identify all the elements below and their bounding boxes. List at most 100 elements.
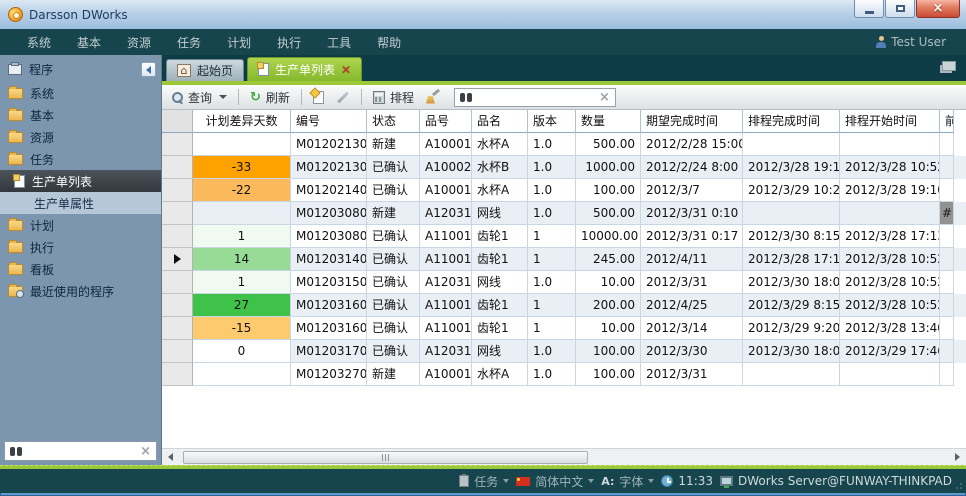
column-header[interactable]: 品号 — [420, 110, 472, 133]
sidebar-collapse-button[interactable] — [141, 62, 156, 77]
menu-item[interactable]: 资源 — [114, 34, 164, 51]
status-language-menu[interactable]: 简体中文 — [516, 473, 594, 490]
table-cell: M012031701 — [291, 340, 367, 363]
table-cell: 1.0 — [528, 179, 576, 202]
row-selector[interactable] — [162, 340, 193, 363]
scroll-right-button[interactable] — [949, 449, 966, 465]
sidebar-item[interactable]: 看板 — [0, 258, 161, 280]
menu-item[interactable]: 执行 — [264, 34, 314, 51]
chevron-down-icon[interactable] — [219, 95, 227, 99]
menu-item[interactable]: 任务 — [164, 34, 214, 51]
menu-item[interactable]: 系统 — [14, 34, 64, 51]
table-row[interactable]: 0M012031701已确认A12031网线1.0100.002012/3/30… — [162, 340, 966, 363]
minimize-button[interactable] — [854, 0, 884, 18]
maximize-button[interactable] — [885, 0, 915, 18]
table-cell — [743, 202, 840, 225]
sidebar-item[interactable]: 计划 — [0, 214, 161, 236]
column-header[interactable]: 排程开始时间 — [840, 110, 940, 133]
scroll-left-button[interactable] — [162, 449, 179, 465]
sidebar-item[interactable]: 生产单属性 — [0, 192, 161, 214]
schedule-button[interactable]: 排程 — [369, 87, 418, 108]
table-cell: 500.00 — [576, 202, 641, 225]
row-selector[interactable] — [162, 179, 193, 202]
sidebar-item[interactable]: 生产单列表 — [0, 170, 161, 192]
table-row[interactable]: -22M012021401已确认A10001水杯A1.0100.002012/3… — [162, 179, 966, 202]
clean-button[interactable] — [422, 89, 444, 106]
row-selector[interactable] — [162, 363, 193, 386]
tab-close-icon[interactable]: ✕ — [341, 64, 351, 76]
row-selector[interactable] — [162, 156, 193, 179]
menu-item[interactable]: 工具 — [314, 34, 364, 51]
sidebar-search-box[interactable]: × — [4, 441, 157, 461]
column-header[interactable]: 计划差异天数 — [193, 110, 291, 133]
status-server: DWorks Server@FUNWAY-THINKPAD — [720, 474, 952, 488]
tab-list-panes-icon[interactable] — [942, 61, 956, 71]
column-header[interactable]: 编号 — [291, 110, 367, 133]
toolbar-search-clear-icon[interactable]: × — [599, 91, 610, 104]
sidebar-item[interactable]: 资源 — [0, 126, 161, 148]
column-header[interactable]: 前 — [940, 110, 954, 133]
app-window: Darsson DWorks × 系统基本资源任务计划执行工具帮助 Test U… — [0, 0, 966, 496]
toolbar-search-input[interactable] — [472, 91, 599, 103]
row-selector[interactable] — [162, 317, 193, 340]
status-font-menu[interactable]: A: 字体 — [601, 473, 654, 490]
row-selector[interactable] — [162, 202, 193, 225]
column-header[interactable]: 期望完成时间 — [641, 110, 743, 133]
refresh-button[interactable]: ↻ 刷新 — [246, 87, 294, 108]
sidebar-item[interactable]: 执行 — [0, 236, 161, 258]
table-body: M012021301新建A10001水杯A1.0500.002012/2/28 … — [162, 133, 966, 386]
table-cell: A11001 — [420, 225, 472, 248]
column-header[interactable]: 状态 — [367, 110, 420, 133]
table-cell: M012030801 — [291, 202, 367, 225]
horizontal-scrollbar[interactable] — [162, 448, 966, 465]
table-cell: A11001 — [420, 248, 472, 271]
sidebar-search-clear-icon[interactable]: × — [140, 445, 151, 458]
column-header[interactable]: 品名 — [472, 110, 528, 133]
resize-grip[interactable] — [955, 482, 963, 490]
table-row[interactable]: 27M012031601已确认A11001齿轮11200.002012/4/25… — [162, 294, 966, 317]
tab-start-page[interactable]: ⌂ 起始页 — [166, 59, 244, 81]
column-header[interactable]: 版本 — [528, 110, 576, 133]
server-monitor-icon — [720, 476, 733, 486]
table-row[interactable]: 14M012031402已确认A11001齿轮11245.002012/4/11… — [162, 248, 966, 271]
column-header[interactable]: 数量 — [576, 110, 641, 133]
table-row[interactable]: M012032701新建A10001水杯A1.0100.002012/3/31 — [162, 363, 966, 386]
clipboard-icon — [459, 475, 469, 487]
table-row[interactable]: M012021301新建A10001水杯A1.0500.002012/2/28 … — [162, 133, 966, 156]
table-row[interactable]: -33M012021302已确认A10002水杯B1.01000.002012/… — [162, 156, 966, 179]
menu-item[interactable]: 基本 — [64, 34, 114, 51]
table-cell: -22 — [193, 179, 291, 202]
table-cell: M012031602 — [291, 317, 367, 340]
table-cell: 2012/3/31 — [641, 363, 743, 386]
scrollbar-thumb[interactable] — [183, 451, 588, 464]
table-row[interactable]: 1M012030802已确认A11001齿轮1110000.002012/3/3… — [162, 225, 966, 248]
row-selector[interactable] — [162, 248, 193, 271]
tab-production-order-list[interactable]: 生产单列表 ✕ — [247, 57, 362, 81]
table-row[interactable]: M012030801新建A12031网线1.0500.002012/3/31 0… — [162, 202, 966, 225]
status-task-menu[interactable]: 任务 — [459, 473, 509, 490]
table-row[interactable]: 1M012031501已确认A12031网线1.010.002012/3/312… — [162, 271, 966, 294]
column-header[interactable]: 排程完成时间 — [743, 110, 840, 133]
sidebar-item[interactable]: 基本 — [0, 104, 161, 126]
table-cell — [940, 363, 954, 386]
sidebar-item-label: 基本 — [30, 107, 54, 124]
menu-item[interactable]: 计划 — [214, 34, 264, 51]
table-cell — [940, 340, 954, 363]
sidebar-item[interactable]: 最近使用的程序 — [0, 280, 161, 302]
table-cell: 2012/3/30 8:15 — [743, 225, 840, 248]
menu-item[interactable]: 帮助 — [364, 34, 414, 51]
edit-button[interactable] — [332, 94, 354, 101]
row-selector[interactable] — [162, 271, 193, 294]
toolbar-search-box[interactable]: × — [454, 88, 616, 107]
row-selector[interactable] — [162, 225, 193, 248]
sidebar-item[interactable]: 系统 — [0, 82, 161, 104]
row-selector[interactable] — [162, 294, 193, 317]
table-row[interactable]: -15M012031602已确认A11001齿轮1110.002012/3/14… — [162, 317, 966, 340]
table-cell — [940, 225, 954, 248]
sidebar-item[interactable]: 任务 — [0, 148, 161, 170]
close-button[interactable]: × — [916, 0, 960, 18]
user-badge[interactable]: Test User — [876, 35, 952, 49]
query-button[interactable]: 查询 — [168, 87, 231, 108]
row-selector[interactable] — [162, 133, 193, 156]
new-button[interactable] — [309, 89, 328, 106]
